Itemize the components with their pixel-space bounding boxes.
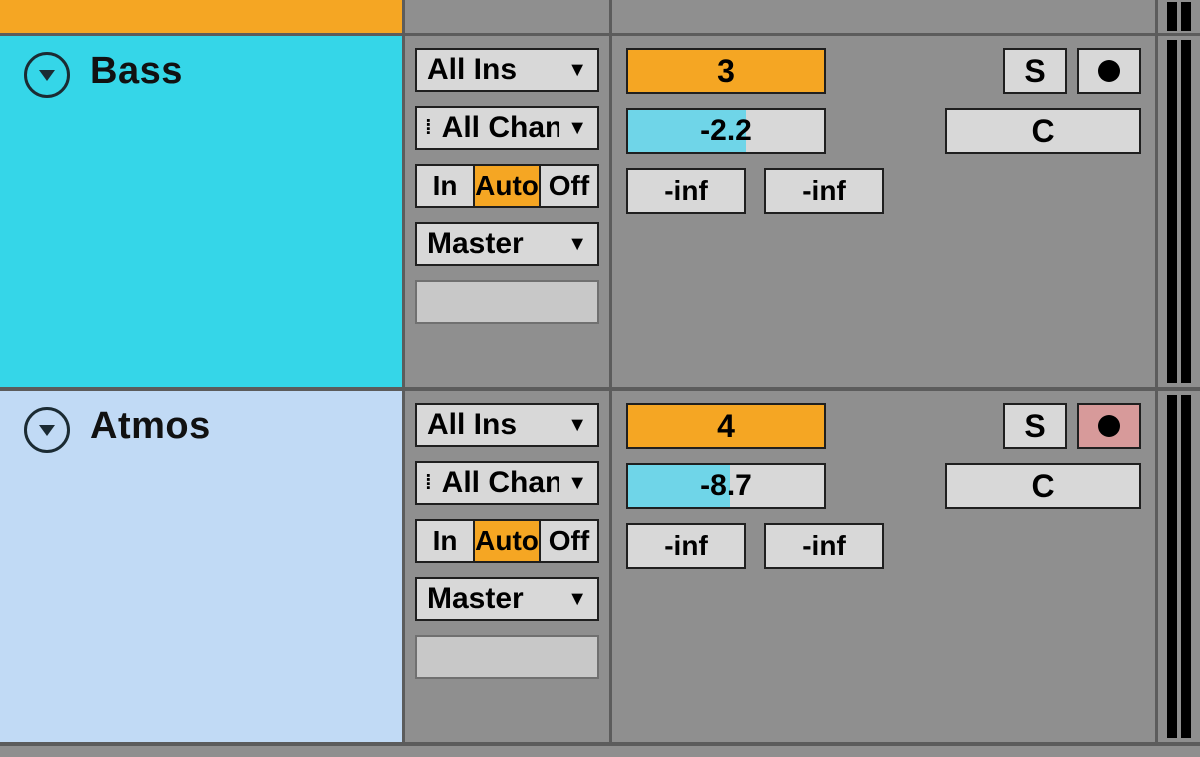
dropdown-icon: ▼ — [567, 414, 587, 437]
drag-handle-icon: ⁞ — [425, 473, 432, 493]
monitor-toggle-group: In Auto Off — [415, 519, 599, 563]
record-icon — [1098, 60, 1120, 82]
monitor-off-button[interactable]: Off — [541, 164, 599, 208]
record-arm-button[interactable] — [1077, 48, 1141, 94]
dropdown-icon: ▼ — [567, 472, 587, 495]
volume-value: -2.2 — [628, 110, 824, 152]
monitor-auto-button[interactable]: Auto — [475, 164, 541, 208]
input-channel-dropdown[interactable]: ⁞ All Channe ▼ — [415, 461, 599, 505]
output-routing-dropdown[interactable]: Master ▼ — [415, 577, 599, 621]
input-type-dropdown[interactable]: All Ins ▼ — [415, 403, 599, 447]
input-channel-label: All Channe — [442, 111, 560, 145]
input-type-dropdown[interactable]: All Ins ▼ — [415, 48, 599, 92]
record-icon — [1098, 415, 1120, 437]
previous-track-strip — [0, 0, 1200, 36]
send-a-control[interactable]: -inf — [626, 523, 746, 569]
track-row-bass: Bass All Ins ▼ ⁞ All Channe ▼ In Auto Of… — [0, 36, 1200, 391]
output-channel-slot[interactable] — [415, 280, 599, 324]
track-title[interactable]: Atmos — [90, 405, 211, 448]
volume-value: -8.7 — [628, 465, 824, 507]
previous-track-mixer-panel — [612, 0, 1155, 33]
send-a-control[interactable]: -inf — [626, 168, 746, 214]
monitor-in-button[interactable]: In — [415, 164, 475, 208]
send-b-control[interactable]: -inf — [764, 168, 884, 214]
track-row-atmos: Atmos All Ins ▼ ⁞ All Channe ▼ In Auto O… — [0, 391, 1200, 746]
track-io-panel: All Ins ▼ ⁞ All Channe ▼ In Auto Off Mas… — [405, 36, 612, 387]
solo-button[interactable]: S — [1003, 403, 1067, 449]
output-routing-dropdown[interactable]: Master ▼ — [415, 222, 599, 266]
volume-slider[interactable]: -2.2 — [626, 108, 826, 154]
track-mixer-panel: 4 S -8.7 C -inf -inf — [612, 391, 1155, 742]
previous-track-io-panel — [405, 0, 612, 33]
monitor-in-button[interactable]: In — [415, 519, 475, 563]
track-name-panel[interactable]: Atmos — [0, 391, 405, 742]
track-title[interactable]: Bass — [90, 50, 183, 93]
drag-handle-icon: ⁞ — [425, 118, 432, 138]
send-b-control[interactable]: -inf — [764, 523, 884, 569]
dropdown-icon: ▼ — [567, 59, 587, 82]
pan-control[interactable]: C — [945, 463, 1141, 509]
track-activator-button[interactable]: 4 — [626, 403, 826, 449]
track-io-panel: All Ins ▼ ⁞ All Channe ▼ In Auto Off Mas… — [405, 391, 612, 742]
record-arm-button[interactable] — [1077, 403, 1141, 449]
track-io-mixer-section: Bass All Ins ▼ ⁞ All Channe ▼ In Auto Of… — [0, 0, 1200, 757]
input-type-label: All Ins — [427, 408, 517, 442]
monitor-auto-button[interactable]: Auto — [475, 519, 541, 563]
input-type-label: All Ins — [427, 53, 517, 87]
level-meter — [1155, 391, 1200, 742]
fold-button[interactable] — [24, 407, 70, 453]
output-channel-slot[interactable] — [415, 635, 599, 679]
input-channel-label: All Channe — [442, 466, 560, 500]
previous-track-meter — [1155, 0, 1200, 33]
pan-control[interactable]: C — [945, 108, 1141, 154]
output-routing-label: Master — [427, 582, 524, 616]
fold-button[interactable] — [24, 52, 70, 98]
dropdown-icon: ▼ — [567, 588, 587, 611]
track-activator-button[interactable]: 3 — [626, 48, 826, 94]
track-name-panel[interactable]: Bass — [0, 36, 405, 387]
input-channel-dropdown[interactable]: ⁞ All Channe ▼ — [415, 106, 599, 150]
below-tracks-area — [0, 746, 1200, 757]
monitor-toggle-group: In Auto Off — [415, 164, 599, 208]
solo-button[interactable]: S — [1003, 48, 1067, 94]
dropdown-icon: ▼ — [567, 233, 587, 256]
dropdown-icon: ▼ — [567, 117, 587, 140]
chevron-down-icon — [35, 63, 59, 87]
volume-slider[interactable]: -8.7 — [626, 463, 826, 509]
output-routing-label: Master — [427, 227, 524, 261]
monitor-off-button[interactable]: Off — [541, 519, 599, 563]
previous-track-name-panel[interactable] — [0, 0, 405, 33]
level-meter — [1155, 36, 1200, 387]
chevron-down-icon — [35, 418, 59, 442]
track-mixer-panel: 3 S -2.2 C -inf -inf — [612, 36, 1155, 387]
